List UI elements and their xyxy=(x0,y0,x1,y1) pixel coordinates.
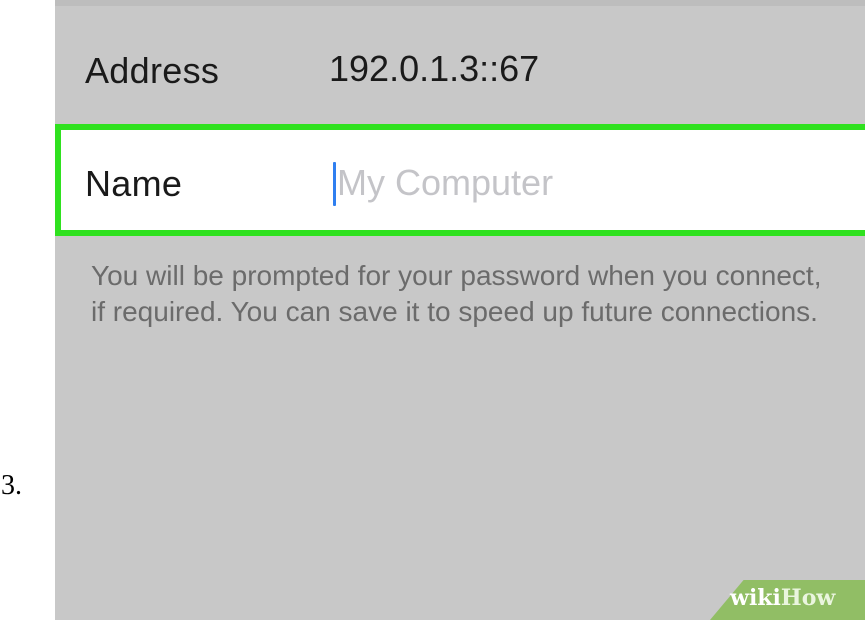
text-cursor xyxy=(333,162,336,206)
name-label: Name xyxy=(85,163,183,204)
watermark-how: How xyxy=(780,585,836,611)
wikihow-watermark: wikiHow xyxy=(730,585,835,611)
phone-screen: Address 192.0.1.3::67 Name You will be p… xyxy=(55,0,865,620)
watermark-wiki: wiki xyxy=(730,585,781,611)
address-value: 192.0.1.3::67 xyxy=(329,48,540,89)
step-number: 3. xyxy=(1,470,22,501)
name-input[interactable] xyxy=(333,160,857,206)
name-row-highlighted[interactable]: Name xyxy=(55,124,865,236)
help-text: You will be prompted for your password w… xyxy=(91,260,822,327)
address-label: Address xyxy=(85,50,220,91)
address-row: Address 192.0.1.3::67 xyxy=(55,6,865,124)
